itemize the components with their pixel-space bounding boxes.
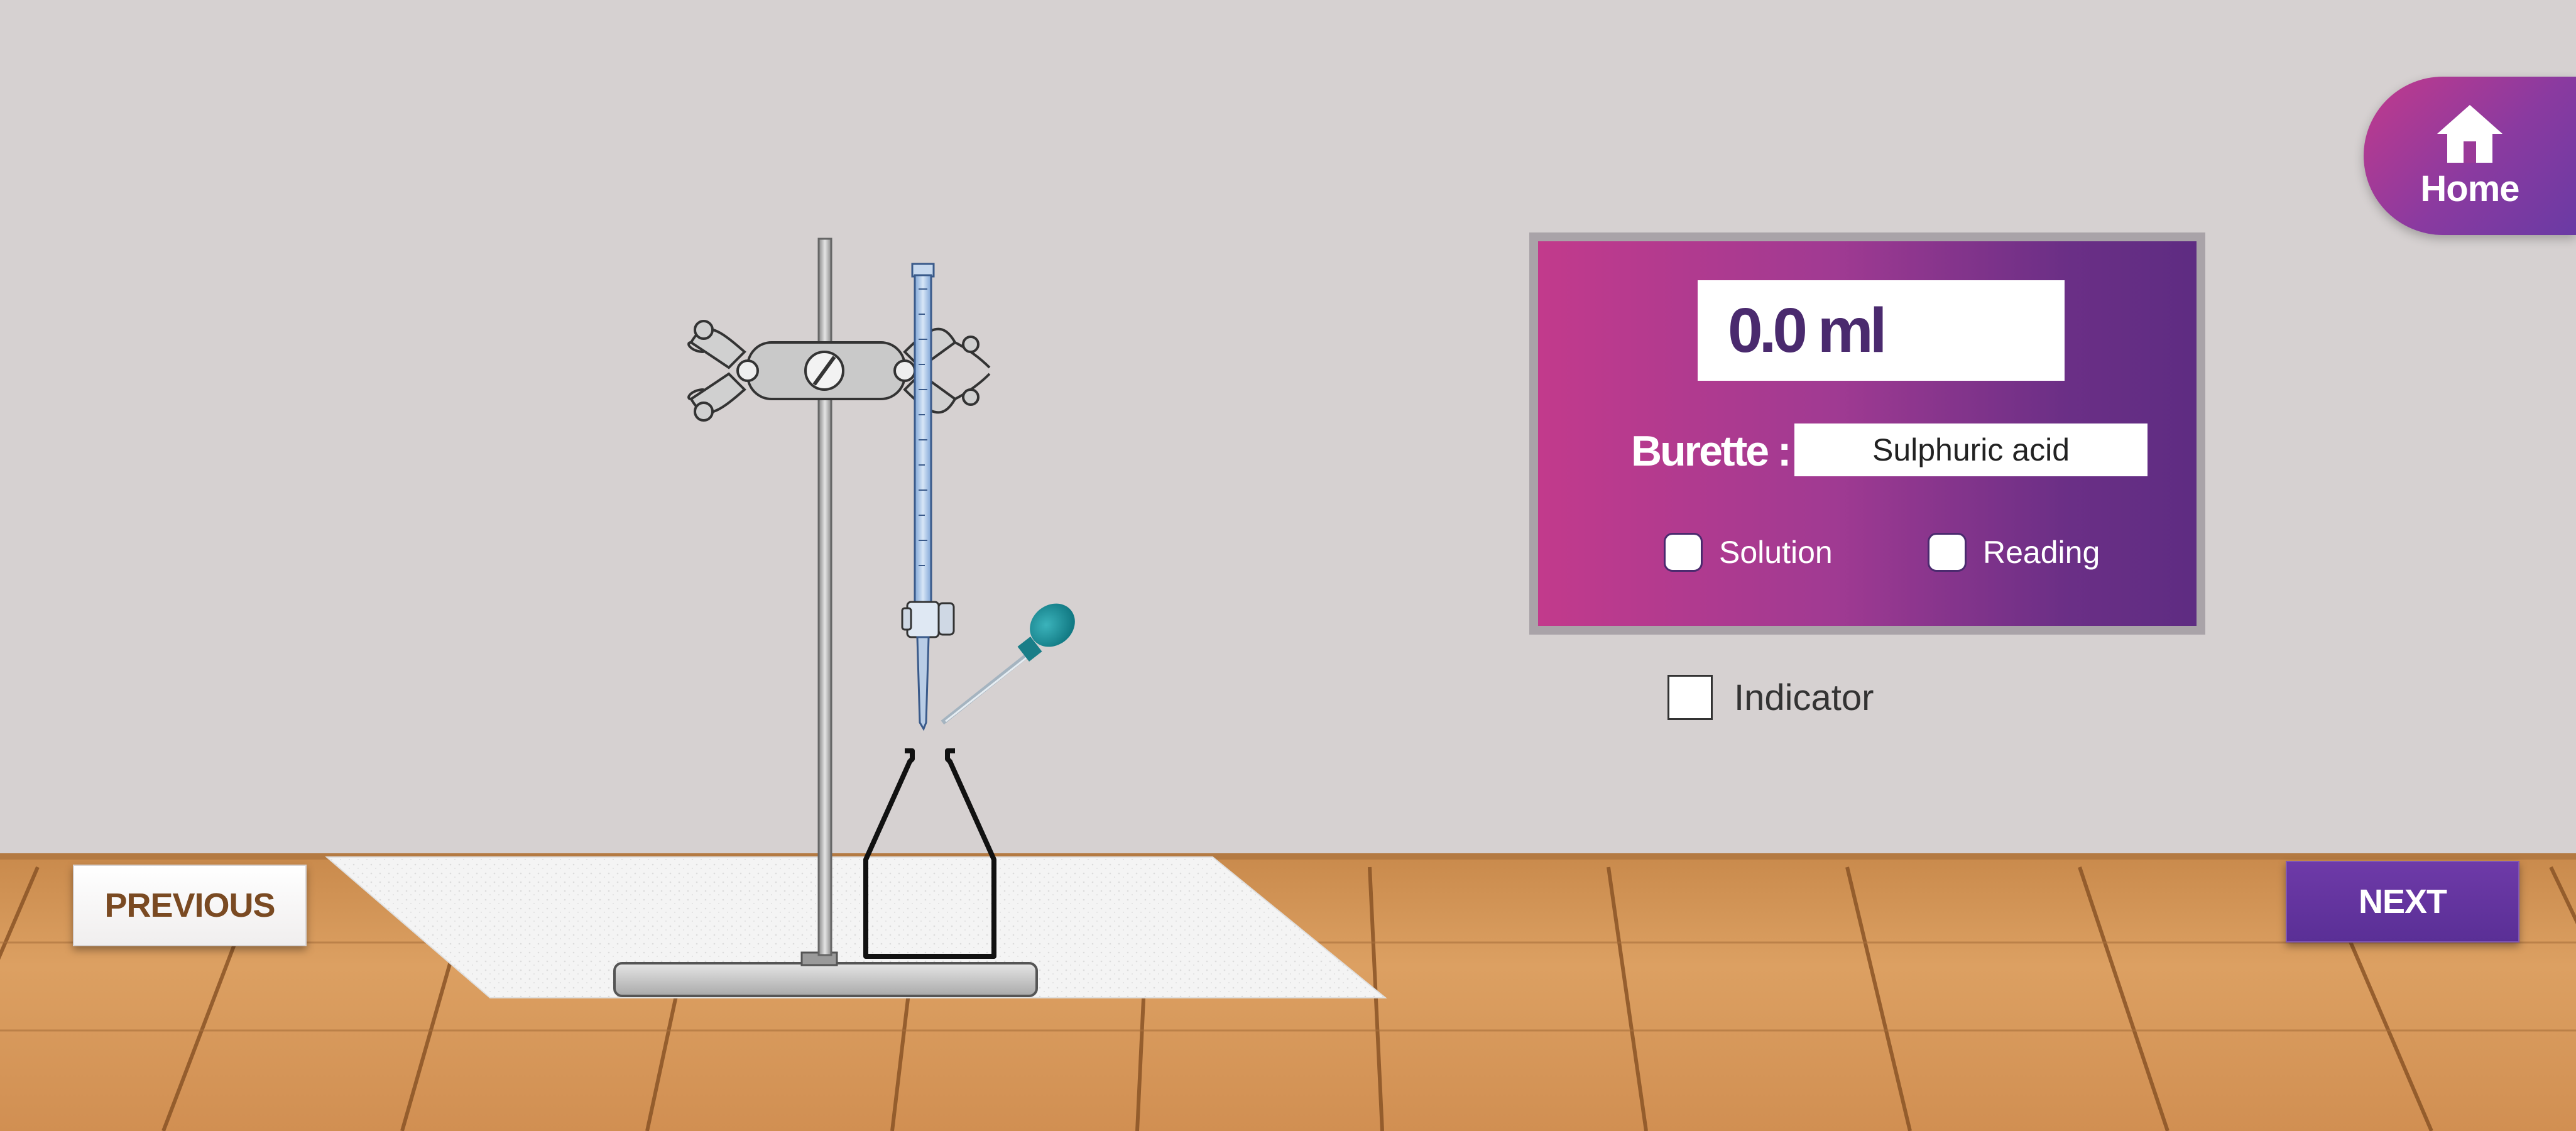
burette-clamp bbox=[687, 320, 991, 422]
indicator-label: Indicator bbox=[1734, 677, 1874, 718]
burette-value: Sulphuric acid bbox=[1794, 423, 2148, 476]
previous-button[interactable]: PREVIOUS bbox=[73, 865, 307, 946]
reading-checkbox-box[interactable] bbox=[1928, 533, 1967, 572]
indicator-checkbox-box[interactable] bbox=[1667, 675, 1713, 720]
control-panel: 0.0 ml Burette : Sulphuric acid Solution… bbox=[1529, 232, 2205, 635]
home-label: Home bbox=[2420, 168, 2519, 209]
next-button[interactable]: NEXT bbox=[2286, 861, 2519, 942]
home-icon bbox=[2437, 104, 2502, 163]
stand-base bbox=[613, 962, 1038, 997]
burette-label: Burette : bbox=[1631, 427, 1792, 475]
reading-label: Reading bbox=[1983, 535, 2100, 570]
solution-checkbox[interactable]: Solution bbox=[1664, 530, 1833, 574]
solution-label: Solution bbox=[1719, 535, 1833, 570]
home-button[interactable]: Home bbox=[2364, 77, 2576, 235]
indicator-checkbox[interactable]: Indicator bbox=[1667, 672, 1874, 723]
volume-reading: 0.0 ml bbox=[1698, 280, 2065, 381]
dropper bbox=[941, 603, 1075, 725]
solution-checkbox-box[interactable] bbox=[1664, 533, 1703, 572]
reading-checkbox[interactable]: Reading bbox=[1928, 530, 2100, 574]
